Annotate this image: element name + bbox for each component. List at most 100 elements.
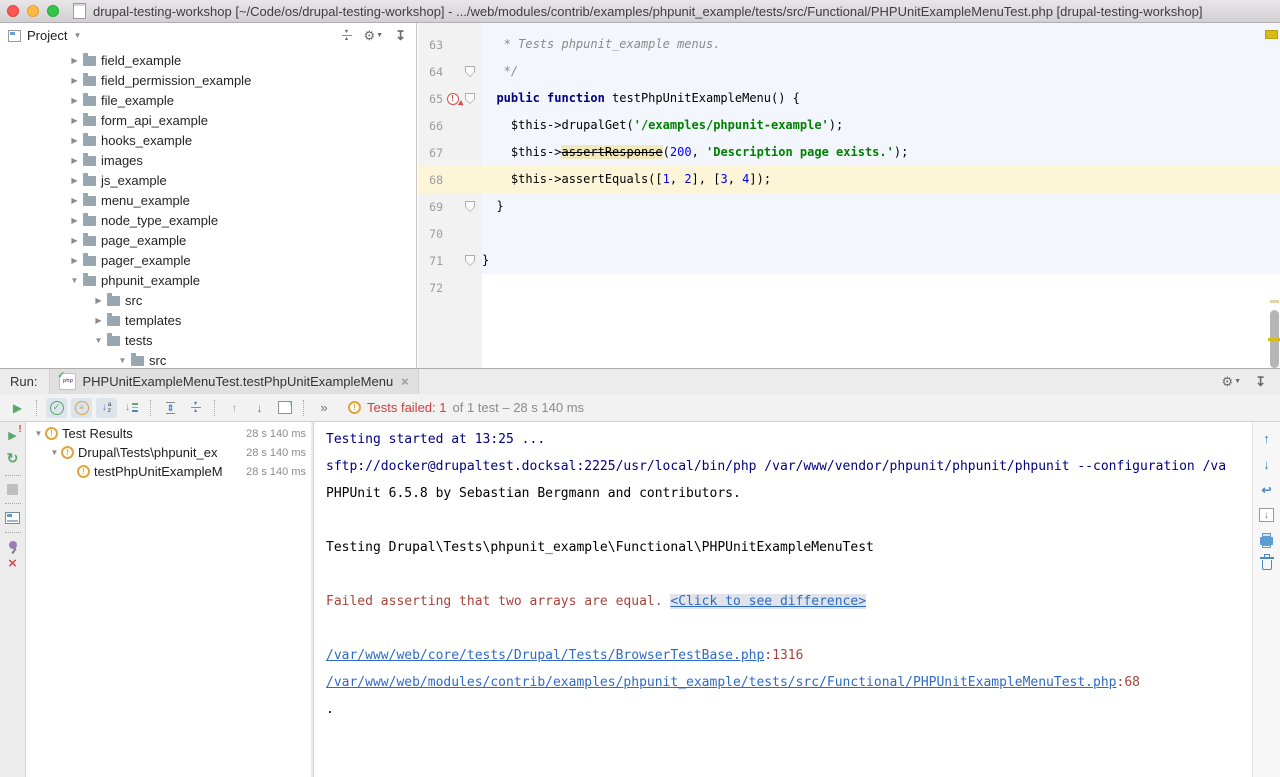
project-tree-item[interactable]: ▼src xyxy=(0,350,416,368)
minimize-window-button[interactable] xyxy=(27,5,39,17)
test-tree-item[interactable]: !testPhpUnitExampleM28 s 140 ms xyxy=(26,462,311,481)
tree-chevron-icon[interactable]: ▼ xyxy=(48,448,61,457)
tree-chevron-icon[interactable]: ▶ xyxy=(68,256,81,265)
rerun-failed-icon[interactable]: ▶! xyxy=(8,429,16,442)
scroll-down-icon[interactable]: ↓ xyxy=(1263,457,1270,472)
console-text: Failed asserting that two arrays are equ… xyxy=(326,594,670,609)
tree-chevron-icon[interactable]: ▶ xyxy=(92,316,105,325)
tree-chevron-icon[interactable]: ▶ xyxy=(68,176,81,185)
sort-alpha-icon[interactable]: ↓az xyxy=(96,398,117,418)
project-tree[interactable]: ▶field_example▶field_permission_example▶… xyxy=(0,50,416,368)
collapse-all-icon[interactable]: ▼▲ xyxy=(342,30,352,42)
project-tree-item[interactable]: ▶form_api_example xyxy=(0,110,416,130)
fold-marker[interactable] xyxy=(465,66,475,77)
project-tree-item[interactable]: ▶hooks_example xyxy=(0,130,416,150)
clear-all-icon[interactable] xyxy=(1262,556,1272,570)
close-icon[interactable]: × xyxy=(8,557,17,571)
code-text[interactable]: } xyxy=(482,193,1280,220)
code-text[interactable] xyxy=(482,220,1280,247)
prev-occurrence-icon[interactable]: ↑ xyxy=(224,398,245,418)
stop-icon[interactable] xyxy=(7,484,18,495)
tree-chevron-icon[interactable]: ▶ xyxy=(68,96,81,105)
tree-chevron-icon[interactable]: ▶ xyxy=(68,116,81,125)
editor[interactable]: 63 * Tests phpunit_example menus.64 */65… xyxy=(418,23,1280,368)
tree-chevron-icon[interactable]: ▶ xyxy=(68,196,81,205)
scroll-to-end-icon[interactable]: ↓ xyxy=(1259,508,1274,522)
close-window-button[interactable] xyxy=(7,5,19,17)
print-icon[interactable] xyxy=(1260,533,1273,545)
fold-marker[interactable] xyxy=(465,255,475,266)
console-link[interactable]: /var/www/web/core/tests/Drupal/Tests/Bro… xyxy=(326,648,764,663)
tree-chevron-icon[interactable]: ▶ xyxy=(68,136,81,145)
tree-chevron-icon[interactable]: ▶ xyxy=(68,76,81,85)
rerun-icon[interactable]: ▶ xyxy=(7,398,28,418)
project-tree-item[interactable]: ▶page_example xyxy=(0,230,416,250)
code-text[interactable] xyxy=(482,23,1280,31)
close-tab-icon[interactable]: × xyxy=(401,374,409,389)
project-tree-item[interactable]: ▶pager_example xyxy=(0,250,416,270)
code-text[interactable]: * Tests phpunit_example menus. xyxy=(482,31,1280,58)
tree-chevron-icon[interactable]: ▼ xyxy=(32,429,45,438)
test-history-icon[interactable]: ↑ xyxy=(274,398,295,418)
settings-icon[interactable]: ⚙▼ xyxy=(1222,374,1242,390)
code-text[interactable] xyxy=(482,301,1280,368)
rerun-failed-gutter-icon[interactable]: ! xyxy=(447,93,459,105)
run-tab[interactable]: php PHPUnitExampleMenuTest.testPhpUnitEx… xyxy=(49,369,418,394)
tree-chevron-icon[interactable]: ▶ xyxy=(68,56,81,65)
chevron-down-icon[interactable]: ▼ xyxy=(73,31,81,40)
code-text[interactable] xyxy=(482,274,1280,301)
pin-icon[interactable] xyxy=(9,541,17,549)
project-tree-item[interactable]: ▶field_example xyxy=(0,50,416,70)
inspection-indicator-icon[interactable] xyxy=(1265,30,1278,39)
project-tree-item[interactable]: ▶node_type_example xyxy=(0,210,416,230)
code-text[interactable]: $this->assertResponse(200, 'Description … xyxy=(482,139,1280,166)
show-passed-icon[interactable]: ✓ xyxy=(46,398,67,418)
hide-panel-icon[interactable]: ↧ xyxy=(395,28,406,44)
tree-chevron-icon[interactable]: ▶ xyxy=(68,236,81,245)
next-occurrence-icon[interactable]: ↓ xyxy=(249,398,270,418)
project-tree-item[interactable]: ▶templates xyxy=(0,310,416,330)
project-tree-item[interactable]: ▶js_example xyxy=(0,170,416,190)
code-text[interactable]: $this->assertEquals([1, 2], [3, 4]); xyxy=(482,166,1280,193)
project-tree-item[interactable]: ▶menu_example xyxy=(0,190,416,210)
code-text[interactable]: public function testPhpUnitExampleMenu()… xyxy=(482,85,1280,112)
project-tree-item[interactable]: ▶field_permission_example xyxy=(0,70,416,90)
tree-chevron-icon[interactable]: ▼ xyxy=(92,336,105,345)
test-console[interactable]: Testing started at 13:25 ...sftp://docke… xyxy=(314,422,1252,777)
tree-chevron-icon[interactable]: ▼ xyxy=(68,276,81,285)
console-link[interactable]: <Click to see difference> xyxy=(670,594,866,609)
code-text[interactable]: } xyxy=(482,247,1280,274)
code-text[interactable]: $this->drupalGet('/examples/phpunit-exam… xyxy=(482,112,1280,139)
console-link[interactable]: /var/www/web/modules/contrib/examples/ph… xyxy=(326,675,1117,690)
project-tree-item[interactable]: ▶images xyxy=(0,150,416,170)
hide-panel-icon[interactable]: ↧ xyxy=(1255,374,1266,390)
fold-marker[interactable] xyxy=(465,201,475,212)
zoom-window-button[interactable] xyxy=(47,5,59,17)
collapse-all-icon[interactable]: ▼▲ xyxy=(185,398,206,418)
soft-wrap-icon[interactable]: ↩ xyxy=(1261,483,1271,497)
tree-chevron-icon[interactable]: ▶ xyxy=(92,296,105,305)
sort-duration-icon[interactable]: ↓ xyxy=(121,398,142,418)
test-tree-item[interactable]: ▼!Test Results28 s 140 ms xyxy=(26,424,311,443)
toggle-auto-test-icon[interactable]: ↻ xyxy=(7,450,19,467)
show-ignored-icon[interactable]: ≡ xyxy=(71,398,92,418)
fold-marker[interactable] xyxy=(465,93,475,104)
restore-layout-icon[interactable] xyxy=(5,512,20,524)
console-text: . xyxy=(326,702,334,717)
tree-chevron-icon[interactable]: ▼ xyxy=(116,356,129,365)
more-icon[interactable]: » xyxy=(313,398,334,418)
test-tree-item[interactable]: ▼!Drupal\Tests\phpunit_ex28 s 140 ms xyxy=(26,443,311,462)
code-text[interactable]: */ xyxy=(482,58,1280,85)
project-tree-item[interactable]: ▼tests xyxy=(0,330,416,350)
expand-all-icon[interactable]: ⇕ xyxy=(160,398,181,418)
tree-chevron-icon[interactable]: ▶ xyxy=(68,156,81,165)
test-results-tree[interactable]: ▼!Test Results28 s 140 ms▼!Drupal\Tests\… xyxy=(26,422,311,777)
project-tree-item[interactable]: ▶src xyxy=(0,290,416,310)
project-tree-item[interactable]: ▼phpunit_example xyxy=(0,270,416,290)
project-tree-item[interactable]: ▶file_example xyxy=(0,90,416,110)
highlight-stripe[interactable] xyxy=(1270,300,1279,303)
tree-chevron-icon[interactable]: ▶ xyxy=(68,216,81,225)
warning-stripe[interactable] xyxy=(1268,338,1280,341)
scroll-up-icon[interactable]: ↑ xyxy=(1263,431,1270,446)
settings-icon[interactable]: ⚙▼ xyxy=(364,28,384,44)
